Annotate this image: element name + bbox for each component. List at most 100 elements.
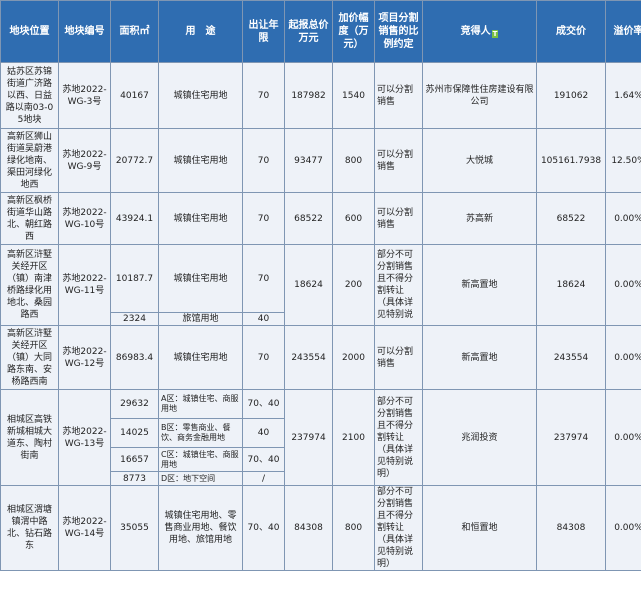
cell-ratio: 部分不可分割销售且不得分割转让（具体详见特别说 — [374, 244, 423, 326]
header-area: 面积㎡ — [110, 0, 159, 63]
land-auction-table: 地块位置 地块编号 面积㎡ 用 途 出让年限 起报总价万元 加价幅度（万元） 项… — [0, 0, 641, 571]
cell-location: 姑苏区苏锦街道广济路以西、日益路以南03-05地块 — [0, 62, 59, 129]
header-ratio: 项目分割销售的比例约定 — [374, 0, 423, 63]
cell-premium: 0.00% — [605, 244, 641, 326]
cell-location: 高新区浒墅关经开区（镇）大同路东南、安杨路西南 — [0, 325, 59, 390]
cell-area: 35055 — [110, 485, 159, 571]
cell-deal-price: 191062 — [536, 62, 606, 129]
cell-start-price: 84308 — [284, 485, 333, 571]
header-premium: 溢价率 — [605, 0, 641, 63]
text-tag-icon: T — [491, 30, 499, 38]
cell-start-price: 237974 — [284, 389, 333, 486]
cell-term: 70 — [242, 62, 285, 129]
cell-term: 70 — [242, 128, 285, 193]
cell-winner: 苏高新 — [422, 192, 537, 245]
cell-ratio: 部分不可分割销售且不得分割转让（具体详见特别说明） — [374, 389, 423, 486]
cell-term: 40 — [242, 418, 285, 448]
cell-ratio: 可以分割销售 — [374, 192, 423, 245]
cell-area: 2324 — [110, 312, 159, 326]
cell-area: 10187.7 — [110, 244, 159, 313]
cell-winner: 苏州市保障性住房建设有限公司 — [422, 62, 537, 129]
cell-usage: A区：城镇住宅、商服用地 — [158, 389, 243, 419]
cell-deal-price: 18624 — [536, 244, 606, 326]
cell-winner: 新高置地 — [422, 244, 537, 326]
cell-ratio: 可以分割销售 — [374, 62, 423, 129]
cell-term: 70 — [242, 192, 285, 245]
header-term: 出让年限 — [242, 0, 285, 63]
cell-term: 70 — [242, 325, 285, 390]
cell-start-price: 187982 — [284, 62, 333, 129]
cell-winner: 兆润投资 — [422, 389, 537, 486]
cell-deal-price: 68522 — [536, 192, 606, 245]
cell-deal-price: 243554 — [536, 325, 606, 390]
cell-area: 86983.4 — [110, 325, 159, 390]
cell-location: 相城区渭塘镇渭中路北、钻石路东 — [0, 485, 59, 571]
cell-location: 相城区高铁新城相城大道东、陶村街南 — [0, 389, 59, 486]
cell-winner: 大悦城 — [422, 128, 537, 193]
cell-code: 苏地2022-WG-12号 — [58, 325, 111, 390]
cell-location: 高新区狮山街道吴蔚港绿化地南、渠田河绿化地西 — [0, 128, 59, 193]
cell-term: 70 — [242, 244, 285, 313]
cell-premium: 0.00% — [605, 485, 641, 571]
cell-usage: 城镇住宅用地、零售商业用地、餐饮用地、旅馆用地 — [158, 485, 243, 571]
header-increment: 加价幅度（万元） — [332, 0, 375, 63]
cell-winner: 和恒置地 — [422, 485, 537, 571]
cell-start-price: 18624 — [284, 244, 333, 326]
cell-start-price: 93477 — [284, 128, 333, 193]
cell-usage: D区：地下空间 — [158, 471, 243, 486]
cell-usage: 城镇住宅用地 — [158, 192, 243, 245]
cell-premium: 1.64% — [605, 62, 641, 129]
cell-premium: 12.50% — [605, 128, 641, 193]
table-row: 高新区浒墅关经开区（镇）大同路东南、安杨路西南 苏地2022-WG-12号 86… — [0, 325, 641, 390]
cell-usage: C区：城镇住宅、商服用地 — [158, 447, 243, 472]
cell-usage: 城镇住宅用地 — [158, 325, 243, 390]
cell-term: 70、40 — [242, 485, 285, 571]
table-row: 高新区狮山街道吴蔚港绿化地南、渠田河绿化地西 苏地2022-WG-9号 2077… — [0, 128, 641, 193]
cell-code: 苏地2022-WG-3号 — [58, 62, 111, 129]
cell-term: 70、40 — [242, 447, 285, 472]
cell-area: 43924.1 — [110, 192, 159, 245]
cell-area: 20772.7 — [110, 128, 159, 193]
table-row: 高新区浒墅关经开区（镇）南津桥路绿化用地北、桑园路西 苏地2022-WG-11号… — [0, 244, 641, 326]
header-winner-label: 竞得人 — [460, 26, 491, 37]
cell-location: 高新区枫桥街道华山路北、朝红路西 — [0, 192, 59, 245]
cell-increment: 600 — [332, 192, 375, 245]
cell-deal-price: 237974 — [536, 389, 606, 486]
header-deal-price: 成交价 — [536, 0, 606, 63]
cell-code: 苏地2022-WG-14号 — [58, 485, 111, 571]
cell-usage: 城镇住宅用地 — [158, 244, 243, 313]
header-winner: 竞得人 T — [422, 0, 537, 63]
cell-location: 高新区浒墅关经开区（镇）南津桥路绿化用地北、桑园路西 — [0, 244, 59, 326]
cell-increment: 800 — [332, 128, 375, 193]
cell-code: 苏地2022-WG-10号 — [58, 192, 111, 245]
cell-area: 8773 — [110, 471, 159, 486]
cell-increment: 2000 — [332, 325, 375, 390]
cell-increment: 200 — [332, 244, 375, 326]
cell-usage: B区：零售商业、餐饮、商务金融用地 — [158, 418, 243, 448]
cell-term: 40 — [242, 312, 285, 326]
cell-deal-price: 84308 — [536, 485, 606, 571]
cell-ratio: 可以分割销售 — [374, 128, 423, 193]
table-row: 相城区高铁新城相城大道东、陶村街南 苏地2022-WG-13号 29632 A区… — [0, 389, 641, 486]
table-row: 姑苏区苏锦街道广济路以西、日益路以南03-05地块 苏地2022-WG-3号 4… — [0, 62, 641, 129]
cell-area: 29632 — [110, 389, 159, 419]
cell-premium: 0.00% — [605, 192, 641, 245]
cell-increment: 800 — [332, 485, 375, 571]
cell-premium: 0.00% — [605, 389, 641, 486]
header-location: 地块位置 — [0, 0, 59, 63]
cell-code: 苏地2022-WG-13号 — [58, 389, 111, 486]
cell-premium: 0.00% — [605, 325, 641, 390]
cell-deal-price: 105161.7938 — [536, 128, 606, 193]
cell-ratio: 部分不可分割销售且不得分割转让（具体详见特别说明） — [374, 485, 423, 571]
cell-term: / — [242, 471, 285, 486]
cell-usage: 城镇住宅用地 — [158, 128, 243, 193]
cell-start-price: 68522 — [284, 192, 333, 245]
table-row: 高新区枫桥街道华山路北、朝红路西 苏地2022-WG-10号 43924.1 城… — [0, 192, 641, 245]
cell-usage: 城镇住宅用地 — [158, 62, 243, 129]
cell-code: 苏地2022-WG-11号 — [58, 244, 111, 326]
table-row: 相城区渭塘镇渭中路北、钻石路东 苏地2022-WG-14号 35055 城镇住宅… — [0, 485, 641, 571]
cell-increment: 1540 — [332, 62, 375, 129]
cell-term: 70、40 — [242, 389, 285, 419]
cell-code: 苏地2022-WG-9号 — [58, 128, 111, 193]
cell-area: 16657 — [110, 447, 159, 472]
